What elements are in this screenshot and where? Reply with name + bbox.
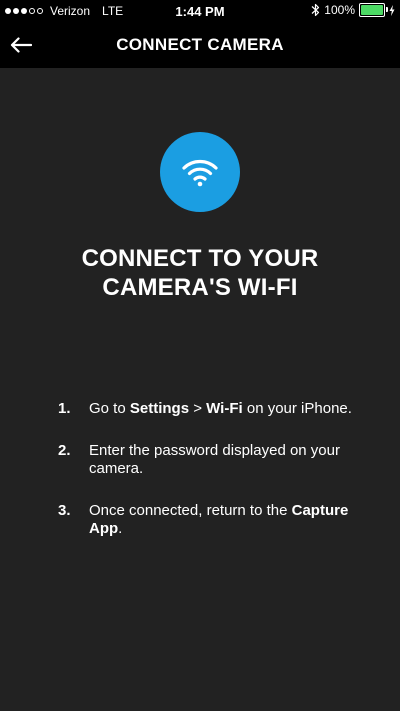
step-text-part: on your iPhone. xyxy=(242,400,352,417)
step-item: 3. Once connected, return to the Capture… xyxy=(58,502,358,538)
step-number: 1. xyxy=(58,400,71,417)
headline-line-2: CAMERA'S WI-FI xyxy=(102,274,298,301)
step-item: 2. Enter the password displayed on your … xyxy=(58,442,358,478)
battery-percent: 100% xyxy=(324,3,355,17)
battery-icon xyxy=(359,3,388,17)
settings-label: Settings xyxy=(129,400,190,417)
bluetooth-icon xyxy=(311,3,320,17)
battery-tip xyxy=(386,7,388,12)
navigation-header: CONNECT CAMERA xyxy=(0,22,400,68)
step-text: Go to Settings > Wi-Fi on your iPhone. xyxy=(89,400,352,417)
wifi-badge xyxy=(160,132,240,212)
step-number: 3. xyxy=(58,502,71,519)
wifi-icon xyxy=(182,160,218,187)
step-text-part: > xyxy=(189,400,207,417)
connect-camera-screen: Verizon LTE 1:44 PM 100% CONNECT CAMERA … xyxy=(0,0,400,711)
status-bar: Verizon LTE 1:44 PM 100% xyxy=(0,0,400,22)
page-title: CONNECT CAMERA xyxy=(116,35,284,54)
headline: CONNECT TO YOUR CAMERA'S WI-FI xyxy=(20,244,380,302)
top-bar: Verizon LTE 1:44 PM 100% CONNECT CAMERA xyxy=(0,0,400,68)
wifi-label: Wi-Fi xyxy=(206,400,243,417)
step-number: 2. xyxy=(58,442,71,459)
step-item: 1. Go to Settings > Wi-Fi on your iPhone… xyxy=(58,400,358,418)
step-text: Enter the password displayed on your cam… xyxy=(89,442,340,477)
battery-fill xyxy=(361,5,383,15)
status-right: 100% xyxy=(311,3,395,17)
step-text-part: Go to xyxy=(89,400,130,417)
headline-line-1: CONNECT TO YOUR xyxy=(81,245,319,272)
instruction-steps: 1. Go to Settings > Wi-Fi on your iPhone… xyxy=(58,400,358,562)
step-text-part: Once connected, return to the xyxy=(89,502,292,519)
step-text-part: . xyxy=(118,520,123,537)
step-text: Once connected, return to the Capture Ap… xyxy=(89,502,348,537)
charging-icon xyxy=(389,4,395,16)
